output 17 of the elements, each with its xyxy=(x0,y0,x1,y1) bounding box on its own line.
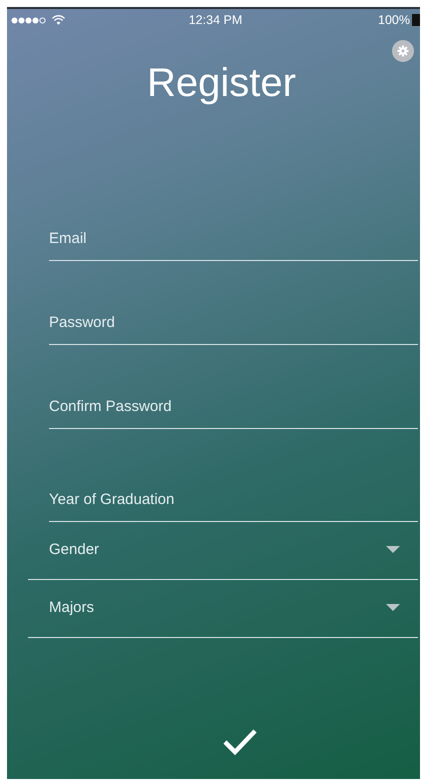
signal-icon xyxy=(11,16,48,24)
page-title: Register xyxy=(146,60,297,106)
input-field[interactable]: Email xyxy=(49,217,418,261)
input-field[interactable]: Confirm Password xyxy=(49,385,418,429)
input-field[interactable]: Password xyxy=(49,301,418,345)
input-field[interactable]: Year of Graduation xyxy=(49,478,418,522)
battery-icon xyxy=(412,14,420,26)
checkmark-icon xyxy=(222,729,256,755)
settings-icon xyxy=(397,45,409,57)
wifi-icon xyxy=(52,15,65,25)
dropdown-field[interactable]: Majors xyxy=(28,580,418,638)
dropdown-field[interactable]: Gender xyxy=(28,522,418,580)
settings-button[interactable] xyxy=(392,40,414,62)
status-time: 12:34 PM xyxy=(188,13,242,27)
caret-icon xyxy=(386,604,400,611)
battery-percent: 100% xyxy=(378,13,410,27)
caret-icon xyxy=(386,546,400,553)
